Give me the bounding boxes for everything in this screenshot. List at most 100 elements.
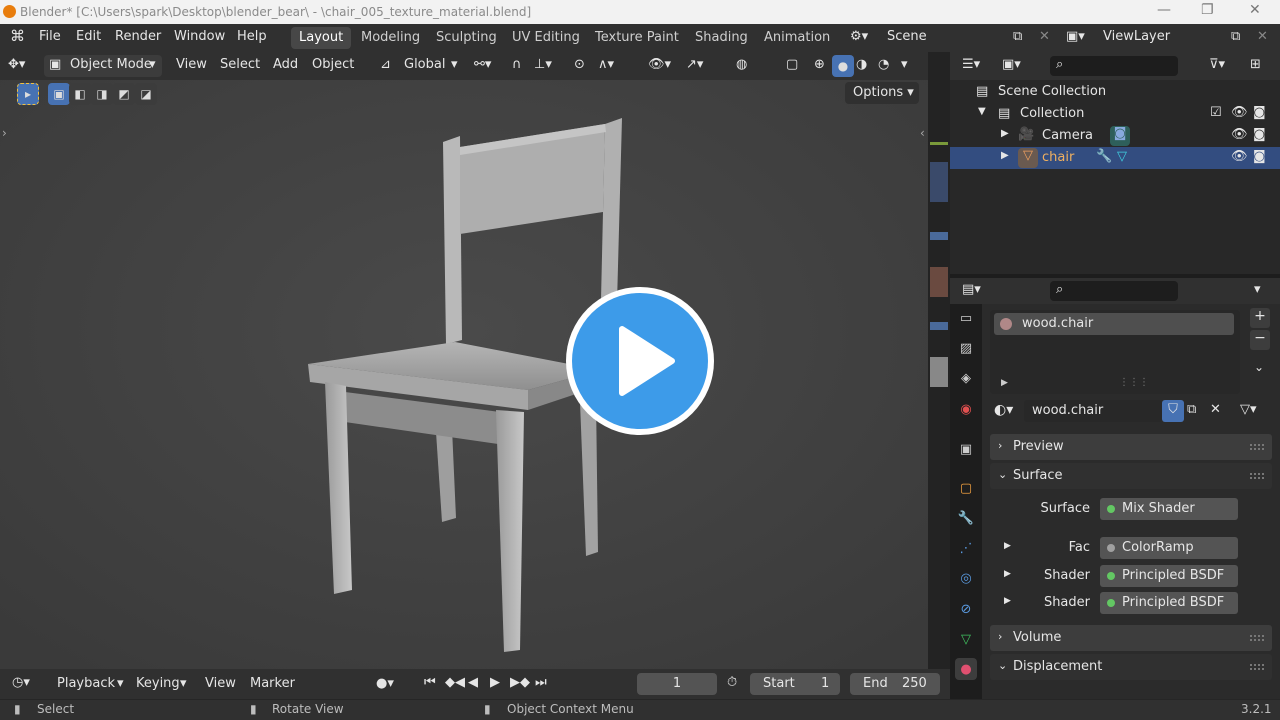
fake-user-icon[interactable]: ⛉	[1162, 400, 1184, 422]
material-tab-icon[interactable]: ●	[955, 658, 977, 680]
tab-texture-paint[interactable]: Texture Paint	[587, 27, 687, 49]
blender-menu-icon[interactable]: ⌘	[10, 27, 25, 45]
scene-tab-icon[interactable]: ◉	[955, 398, 977, 420]
render-tab-icon[interactable]: ▭	[955, 307, 977, 329]
menu-select[interactable]: Select	[220, 57, 260, 72]
remove-slot-icon[interactable]: −	[1250, 330, 1270, 350]
sidebar-toggle-icon[interactable]: ‹	[920, 126, 925, 140]
tab-animation[interactable]: Animation	[756, 27, 838, 49]
start-frame-field[interactable]: Start 1	[750, 673, 840, 695]
eye-icon[interactable]: 👁	[1231, 149, 1248, 164]
record-icon[interactable]: ●▾	[376, 676, 394, 691]
menu-keying[interactable]: Keying	[136, 676, 180, 691]
options-dropdown[interactable]: Options ▾	[845, 82, 919, 104]
view-layer-tab-icon[interactable]: ◈	[955, 367, 977, 389]
material-slot-item[interactable]: wood.chair	[994, 313, 1234, 335]
chevron-down-icon[interactable]: ▾	[1254, 282, 1261, 297]
particles-tab-icon[interactable]: ⋰	[955, 537, 977, 559]
data-tab-icon[interactable]: ▽	[955, 628, 977, 650]
minimize-icon[interactable]: —	[1157, 2, 1171, 18]
menu-add[interactable]: Add	[273, 57, 298, 72]
scene-icon[interactable]: ⚙▾	[850, 29, 868, 44]
menu-help[interactable]: Help	[237, 29, 267, 44]
menu-window[interactable]: Window	[174, 29, 225, 44]
resize-grip-icon[interactable]: ⋮⋮⋮	[1119, 377, 1149, 388]
menu-timeline-view[interactable]: View	[205, 676, 236, 691]
shading-options-icon[interactable]: ▾	[901, 57, 908, 72]
browse-material-icon[interactable]: ◐▾	[994, 402, 1013, 418]
gizmo-icon[interactable]: ↗▾	[686, 57, 703, 72]
menu-edit[interactable]: Edit	[76, 29, 101, 44]
panel-displacement[interactable]: ⌄ Displacement	[990, 654, 1272, 680]
tab-sculpting[interactable]: Sculpting	[428, 27, 505, 49]
mode-subtract-icon[interactable]: ◨	[91, 83, 113, 105]
menu-view[interactable]: View	[176, 57, 207, 72]
rendered-shading-icon[interactable]: ◔	[878, 57, 889, 72]
mode-dropdown[interactable]: ▣ Object Mode ▾	[44, 55, 162, 77]
chevron-right-icon[interactable]: ▶	[1001, 128, 1009, 139]
panel-surface[interactable]: ⌄ Surface	[990, 463, 1272, 489]
filter-icon[interactable]: ⊽▾	[1209, 57, 1225, 72]
constraints-tab-icon[interactable]: ⊘	[955, 598, 977, 620]
toolbar-toggle-icon[interactable]: ›	[2, 126, 7, 140]
properties-editor-icon[interactable]: ▤▾	[962, 282, 981, 297]
chevron-down-icon[interactable]: ▼	[978, 106, 986, 117]
timeline-editor-icon[interactable]: ◷▾	[12, 675, 30, 690]
checkbox-icon[interactable]: ☑	[1210, 105, 1222, 120]
close-icon[interactable]: ✕	[1249, 2, 1261, 18]
properties-search-input[interactable]: ⌕	[1050, 281, 1178, 301]
mode-set-icon[interactable]: ▣	[48, 83, 70, 105]
menu-file[interactable]: File	[39, 29, 61, 44]
proportional-edit-icon[interactable]: ⊙	[574, 57, 585, 72]
physics-tab-icon[interactable]: ◎	[955, 567, 977, 589]
prev-keyframe-icon[interactable]: ◆◀	[445, 675, 465, 690]
solid-shading-icon[interactable]: ●	[832, 55, 854, 77]
scene-copy-icon[interactable]: ⧉	[1013, 29, 1022, 44]
jump-end-icon[interactable]: ⏭	[535, 675, 547, 690]
viewlayer-remove-icon[interactable]: ✕	[1257, 29, 1268, 44]
fac-input-field[interactable]: ColorRamp	[1100, 537, 1238, 559]
play-reverse-icon[interactable]: ◀	[468, 675, 478, 690]
outliner-row-chair[interactable]: ▶ ▽ chair 🔧 ▽ 👁 ◙	[950, 147, 1280, 169]
shader2-input-field[interactable]: Principled BSDF	[1100, 592, 1238, 614]
visibility-icon[interactable]: 👁▾	[648, 57, 671, 72]
add-slot-icon[interactable]: +	[1250, 308, 1270, 328]
overlays-icon[interactable]: ◍	[736, 57, 747, 72]
outliner-row-camera[interactable]: ▶ 🎥 Camera ◙ 👁 ◙	[950, 125, 1280, 147]
falloff-icon[interactable]: ∧▾	[598, 57, 614, 72]
select-box-tool-icon[interactable]: ▸	[17, 83, 39, 105]
new-collection-icon[interactable]: ⊞	[1250, 57, 1261, 72]
video-play-button[interactable]	[566, 287, 714, 435]
chevron-right-icon[interactable]: ▶	[1001, 150, 1009, 161]
scene-remove-icon[interactable]: ✕	[1039, 29, 1050, 44]
orientation-icon[interactable]: ⊿	[380, 57, 391, 72]
chevron-right-icon[interactable]: ▶	[1001, 378, 1008, 388]
output-tab-icon[interactable]: ▨	[955, 337, 977, 359]
wireframe-shading-icon[interactable]: ⊕	[814, 57, 825, 72]
menu-marker[interactable]: Marker	[250, 676, 295, 691]
menu-object[interactable]: Object	[312, 57, 354, 72]
pivot-icon[interactable]: ⚯▾	[474, 57, 491, 72]
world-tab-icon[interactable]: ▣	[955, 438, 977, 460]
restore-icon[interactable]: ❐	[1201, 2, 1214, 18]
outliner-row-scene-collection[interactable]: ▤ Scene Collection	[950, 81, 1280, 103]
link-mode-icon[interactable]: ▽▾	[1240, 402, 1257, 417]
material-name-field[interactable]: wood.chair	[1024, 400, 1162, 422]
mode-invert-icon[interactable]: ◩	[113, 83, 135, 105]
tab-uv-editing[interactable]: UV Editing	[504, 27, 588, 49]
menu-render[interactable]: Render	[115, 29, 161, 44]
end-frame-field[interactable]: End 250	[850, 673, 940, 695]
menu-playback[interactable]: Playback	[57, 676, 115, 691]
next-keyframe-icon[interactable]: ▶◆	[510, 675, 530, 690]
eye-icon[interactable]: 👁	[1231, 127, 1248, 142]
jump-start-icon[interactable]: ⏮	[424, 675, 436, 690]
outliner-search-input[interactable]: ⌕	[1050, 56, 1178, 76]
viewlayer-copy-icon[interactable]: ⧉	[1231, 29, 1240, 44]
orientation-dropdown[interactable]: Global	[404, 57, 445, 72]
camera-render-icon[interactable]: ◙	[1253, 127, 1266, 142]
current-frame-field[interactable]: 1	[637, 673, 717, 695]
mode-intersect-icon[interactable]: ◪	[135, 83, 157, 105]
viewlayer-name[interactable]: ViewLayer	[1103, 29, 1170, 44]
play-forward-icon[interactable]: ▶	[490, 675, 500, 690]
outliner-editor-icon[interactable]: ☰▾	[962, 57, 980, 72]
